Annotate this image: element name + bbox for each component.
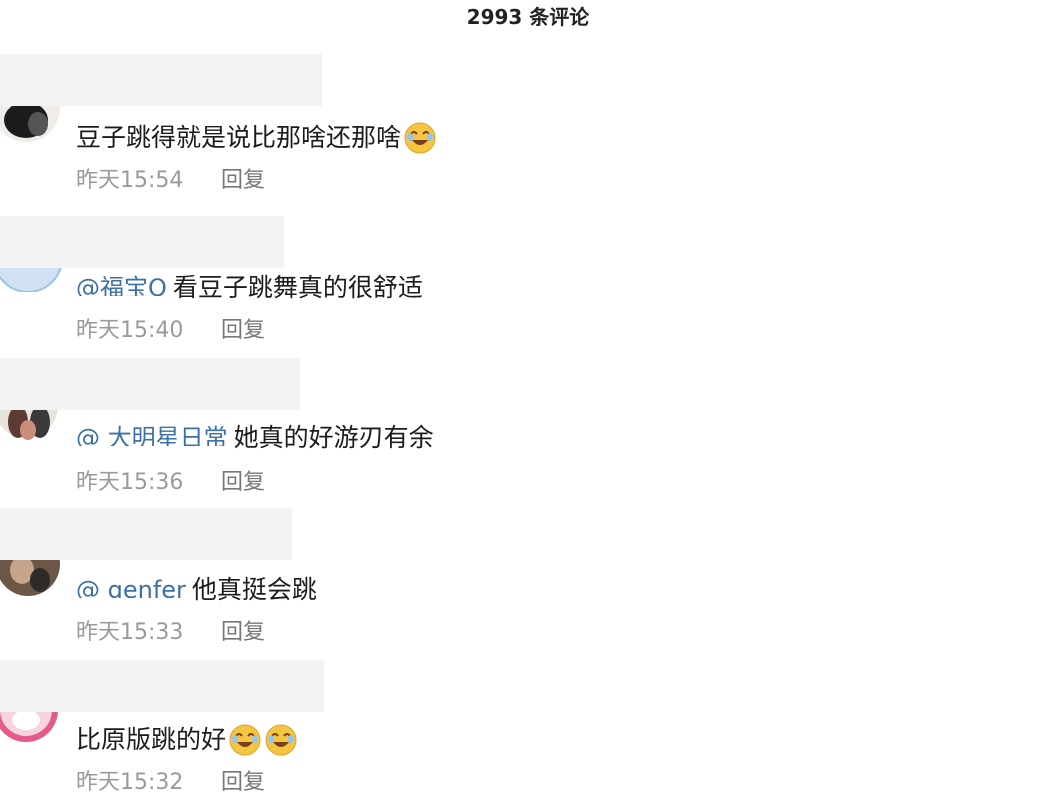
avatar[interactable] — [0, 560, 80, 596]
user-avatar-icon — [0, 560, 60, 596]
reply-button[interactable]: 回复 — [221, 166, 265, 196]
reply-button[interactable]: 回复 — [221, 618, 265, 648]
comment-item: 比原版跳的好 昨天15:32 回复 — [0, 660, 1056, 810]
mention-link[interactable]: @ genfer — [76, 570, 186, 610]
comment-count-title: 2993 条评论 — [466, 5, 590, 29]
mention-link[interactable]: @ 大明星日常 — [76, 418, 228, 458]
comment-item: @ genfer 他真挺会跳 昨天15:33 回复 — [0, 508, 1056, 658]
avatar[interactable] — [0, 410, 80, 442]
username-redacted-bar — [0, 358, 300, 410]
laughing-tears-emoji-icon — [265, 724, 297, 756]
reply-button[interactable]: 回复 — [221, 468, 265, 498]
comment-timestamp: 昨天15:40 — [76, 318, 184, 343]
username-redacted-bar — [0, 660, 324, 712]
comment-text: 看豆子跳舞真的很舒适 — [172, 273, 423, 302]
laughing-tears-emoji-icon — [229, 724, 261, 756]
username-redacted-bar — [0, 508, 292, 560]
comment-text: 比原版跳的好 — [76, 725, 227, 754]
user-avatar-icon — [0, 410, 58, 440]
reply-button[interactable]: 回复 — [221, 316, 265, 346]
user-avatar-icon — [0, 712, 58, 742]
avatar[interactable] — [0, 268, 80, 292]
mention-link[interactable]: @福宝Q — [76, 268, 167, 308]
comment-timestamp: 昨天15:32 — [76, 770, 184, 795]
comment-text: 她真的好游刃有余 — [233, 423, 434, 452]
reply-button[interactable]: 回复 — [221, 768, 265, 798]
username-redacted-bar — [0, 54, 322, 106]
comment-item: @福宝Q 看豆子跳舞真的很舒适 昨天15:40 回复 — [0, 216, 1056, 366]
comment-text: 他真挺会跳 — [191, 575, 317, 604]
comment-item: @ 大明星日常 她真的好游刃有余 昨天15:36 回复 — [0, 358, 1056, 508]
user-avatar-icon — [0, 106, 60, 142]
laughing-tears-emoji-icon — [404, 122, 436, 154]
comment-timestamp: 昨天15:33 — [76, 620, 184, 645]
comment-text: 豆子跳得就是说比那啥还那啥 — [76, 123, 402, 152]
comment-item: 豆子跳得就是说比那啥还那啥 昨天15:54 回复 — [0, 54, 1056, 204]
comment-timestamp: 昨天15:54 — [76, 168, 184, 193]
username-redacted-bar — [0, 216, 284, 268]
avatar[interactable] — [0, 106, 80, 150]
comment-timestamp: 昨天15:36 — [76, 470, 184, 495]
avatar[interactable] — [0, 712, 80, 746]
user-avatar-icon — [0, 268, 62, 292]
